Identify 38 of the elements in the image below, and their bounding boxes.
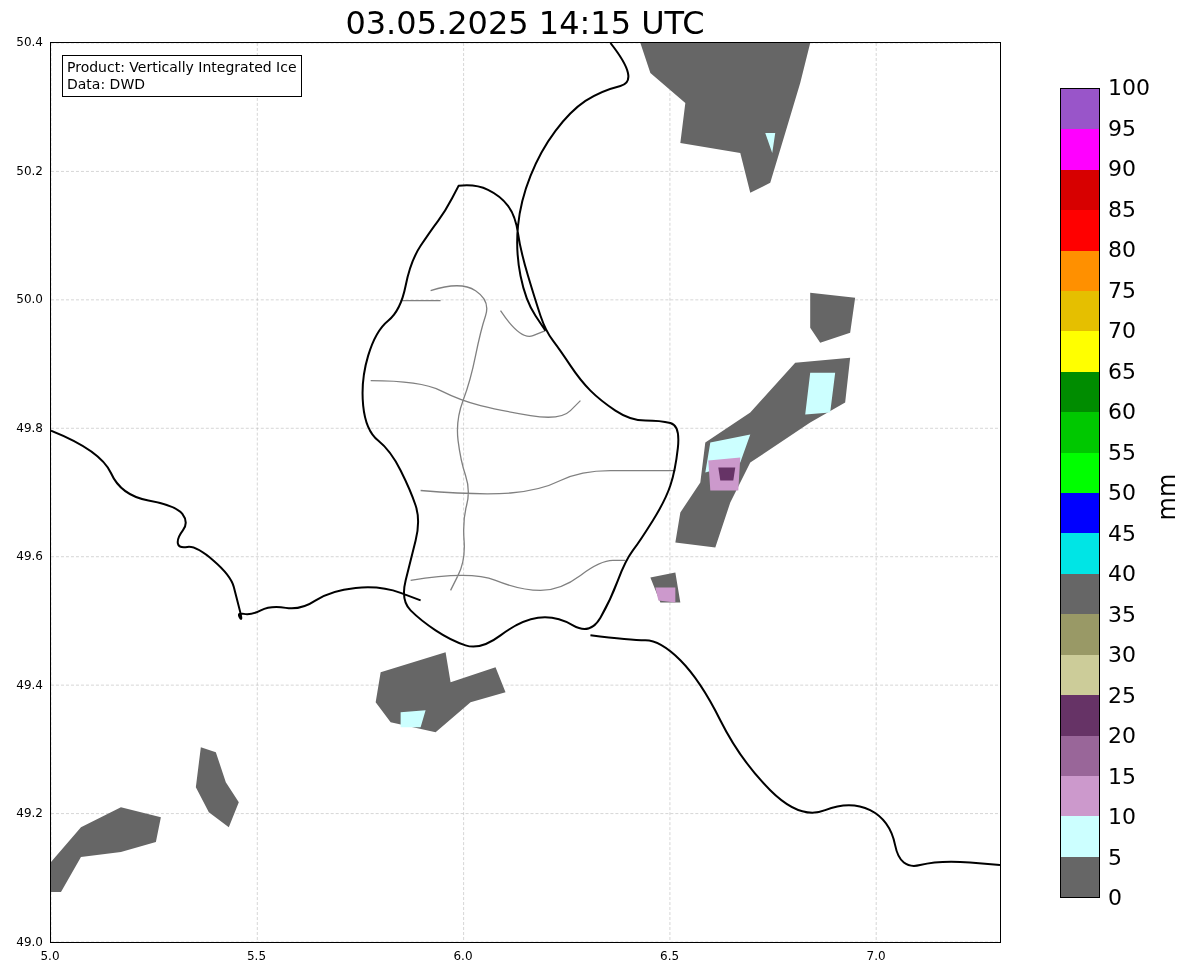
axis-tick-label: 49.6 <box>16 549 43 564</box>
colorbar-tick-label: 40 <box>1108 562 1136 586</box>
colorbar-tick-label: 45 <box>1108 521 1136 546</box>
axis-tick-label: 6.0 <box>453 949 473 963</box>
axis-tick-label: 49.8 <box>16 420 43 435</box>
colorbar-tick-label: 80 <box>1108 238 1136 262</box>
info-text: Product: Vertically Integrated Ice <box>67 59 297 76</box>
axis-tick-label: 49.0 <box>16 935 43 949</box>
colorbar-tick-label: 30 <box>1108 643 1136 667</box>
colorbar-tick-label: 20 <box>1108 724 1136 748</box>
colorbar-tick-label: 10 <box>1108 805 1136 829</box>
colorbar-tick-label: 5 <box>1108 845 1122 870</box>
colorbar-tick-label: 55 <box>1108 440 1136 465</box>
colorbar-tick-label: 25 <box>1108 683 1136 708</box>
axis-tick-label: 6.5 <box>660 949 680 963</box>
colorbar-tick-label: 85 <box>1108 197 1136 222</box>
axis-tick-label: 50.0 <box>16 292 43 307</box>
colorbar-tick-label: 15 <box>1108 764 1136 789</box>
axis-tick-label: 50.4 <box>16 35 43 49</box>
colorbar-tick-label: 70 <box>1108 319 1136 343</box>
axis-tick-label: 49.2 <box>16 806 43 821</box>
colorbar-tick-label: 60 <box>1108 400 1136 424</box>
axis-tick-label: 50.2 <box>16 163 43 178</box>
colorbar-tick-label: 35 <box>1108 602 1136 627</box>
colorbar-tick-label: 50 <box>1108 481 1136 505</box>
colorbar-tick-label: 100 <box>1108 76 1150 100</box>
axis-tick-label: 5.0 <box>40 949 60 963</box>
axis-tick-label: 5.5 <box>246 949 267 963</box>
colorbar-tick-label: 65 <box>1108 359 1136 384</box>
colorbar-tick-label: 75 <box>1108 278 1136 303</box>
info-text: Data: DWD <box>67 76 146 93</box>
colorbar-tick-label: 95 <box>1108 116 1136 141</box>
chart-title: 03.05.2025 14:15 UTC <box>345 3 705 44</box>
axis-tick-label: 7.0 <box>866 949 886 963</box>
axis-tick-label: 49.4 <box>16 677 43 692</box>
colorbar-tick-label: 90 <box>1108 157 1136 181</box>
colorbar-tick-label: 0 <box>1108 886 1122 910</box>
colorbar-unit-label: mm <box>1153 473 1182 521</box>
